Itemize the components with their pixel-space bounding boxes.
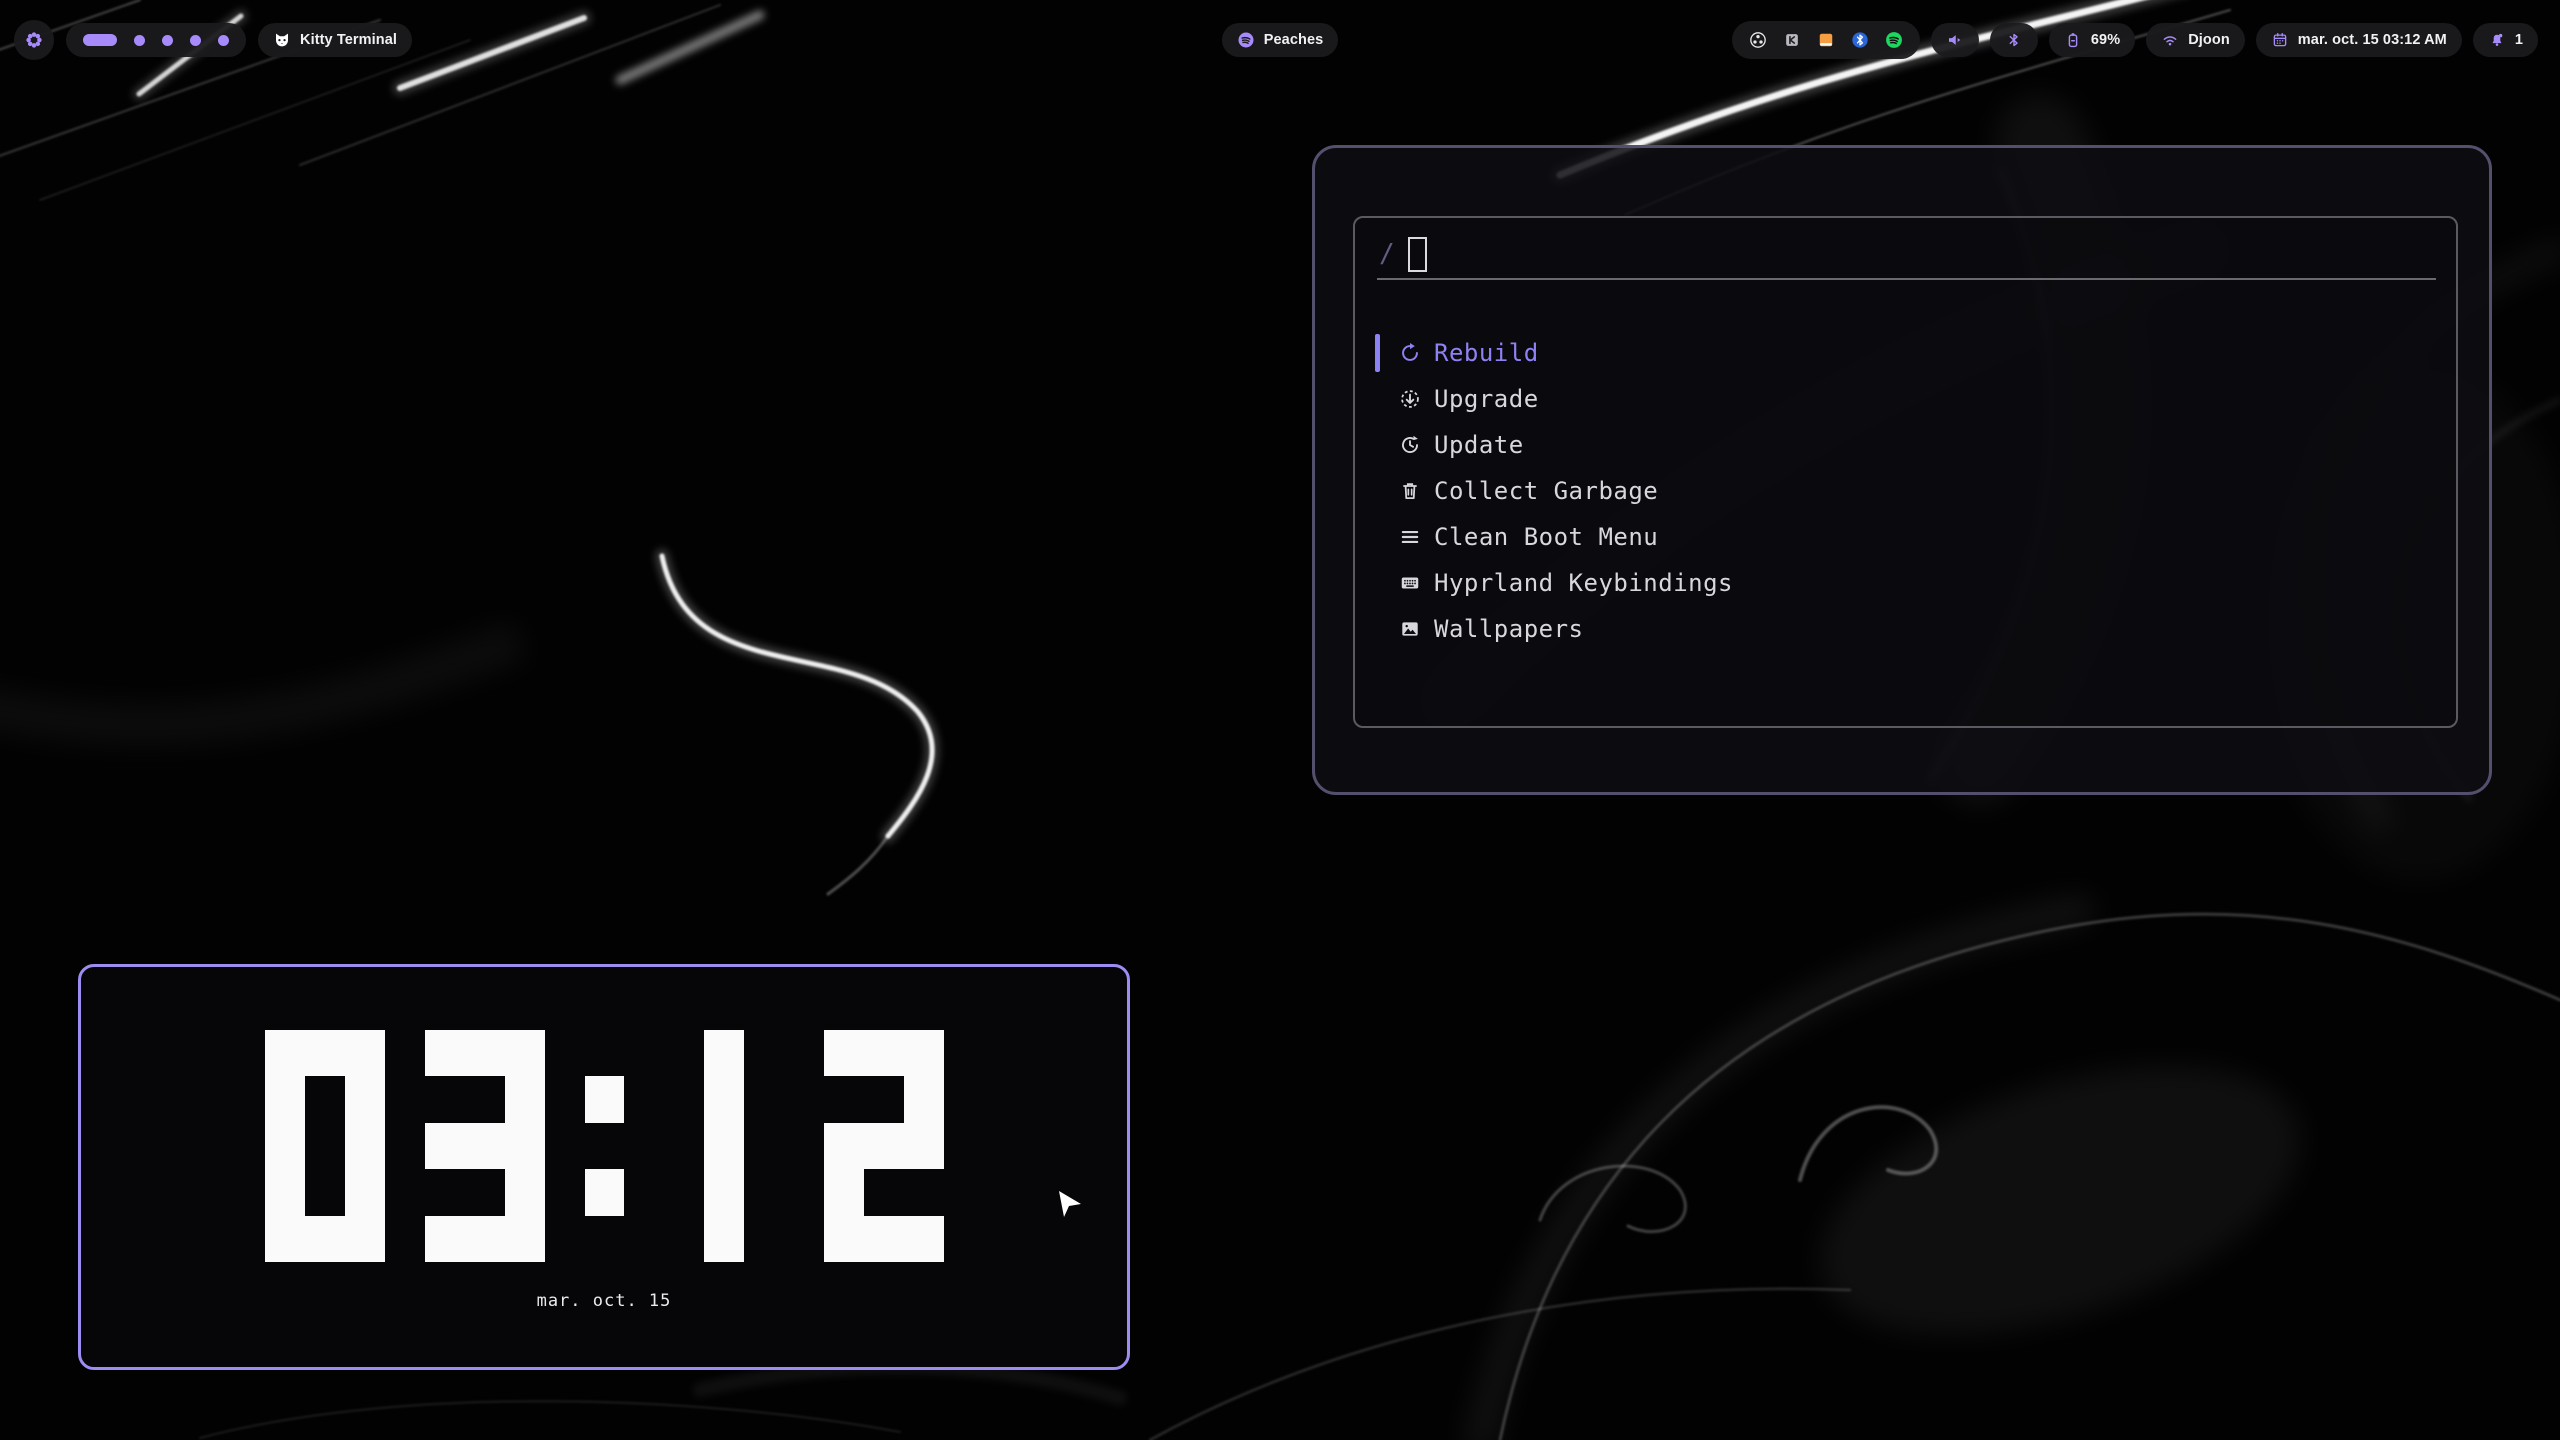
datetime-label: mar. oct. 15 03:12 AM [2298,32,2447,48]
spotify-icon [1237,31,1255,49]
menu-item-upgrade[interactable]: Upgrade [1355,376,2456,422]
menu-item-label: Rebuild [1434,339,1539,367]
speaker-icon [1946,31,1964,49]
battery-pill[interactable]: 69% [2049,23,2135,57]
text-cursor [1408,237,1427,272]
launcher-listbox: / Rebuild Upgrade Update Collect Garbage Cle… [1353,216,2458,728]
menu-item-label: Wallpapers [1434,615,1584,643]
clock-digit-0 [265,1030,385,1262]
clock-time [81,1030,1127,1262]
clock-widget: mar. oct. 15 [78,964,1130,1370]
tray-icon-keepassxc[interactable] [1782,30,1802,50]
cat-icon [273,31,291,49]
battery-level: 69% [2091,32,2120,48]
menu-item-wallpapers[interactable]: Wallpapers [1355,606,2456,652]
network-ssid: Djoon [2188,32,2230,48]
clock-digit-1 [664,1030,784,1262]
media-player-pill[interactable]: Peaches [1222,23,1339,57]
bar-right-group: 69% Djoon mar. oct. 15 [1732,20,2538,60]
tray-icon-obs[interactable] [1748,30,1768,50]
trash-icon [1399,480,1421,502]
tray-icon-spotify[interactable] [1884,30,1904,50]
launcher-panel: / Rebuild Upgrade Update Collect Garbage Cle… [1312,145,2492,795]
bar-left-group: Kitty Terminal [14,20,412,60]
keyboard-icon [1399,572,1421,594]
menu-item-label: Update [1434,431,1524,459]
menu-item-hyprland-keybindings[interactable]: Hyprland Keybindings [1355,560,2456,606]
clock-colon [585,1030,624,1262]
wifi-icon [2161,31,2179,49]
bluetooth-icon [2005,31,2023,49]
tray-icon-files[interactable] [1816,30,1836,50]
active-window-pill[interactable]: Kitty Terminal [258,23,412,57]
list-icon [1399,526,1421,548]
tray-icon-bluetooth[interactable] [1850,30,1870,50]
menu-item-update[interactable]: Update [1355,422,2456,468]
battery-icon [2064,31,2082,49]
launcher-button[interactable] [14,20,54,60]
image-icon [1399,618,1421,640]
active-window-title: Kitty Terminal [300,32,397,48]
calendar-icon [2271,31,2289,49]
volume-pill[interactable] [1931,23,1979,57]
workspace-dot-2[interactable] [134,35,145,46]
workspace-dot-1[interactable] [83,34,117,46]
clock-digit-2 [824,1030,944,1262]
search-separator [1377,278,2436,280]
workspace-dot-5[interactable] [218,35,229,46]
search-prompt: / [1379,239,1395,269]
update-icon [1399,434,1421,456]
notification-count: 1 [2515,32,2523,48]
rebuild-icon [1399,342,1421,364]
top-bar: Kitty Terminal Peaches [0,20,2560,60]
menu-item-label: Collect Garbage [1434,477,1658,505]
launcher-menu: Rebuild Upgrade Update Collect Garbage Clean… [1355,330,2456,652]
system-tray[interactable] [1732,21,1920,59]
mouse-cursor [1058,1190,1086,1225]
bluetooth-pill[interactable] [1990,23,2038,57]
bell-icon [2488,31,2506,49]
workspace-dot-4[interactable] [190,35,201,46]
notifications-pill[interactable]: 1 [2473,23,2538,57]
clock-date: mar. oct. 15 [81,1291,1127,1311]
menu-item-collect-garbage[interactable]: Collect Garbage [1355,468,2456,514]
menu-item-label: Clean Boot Menu [1434,523,1658,551]
menu-item-label: Upgrade [1434,385,1539,413]
workspace-dot-3[interactable] [162,35,173,46]
datetime-pill[interactable]: mar. oct. 15 03:12 AM [2256,23,2462,57]
menu-item-rebuild[interactable]: Rebuild [1355,330,2456,376]
media-title: Peaches [1264,32,1324,48]
flower-icon [25,31,43,49]
network-pill[interactable]: Djoon [2146,23,2245,57]
menu-item-clean-boot-menu[interactable]: Clean Boot Menu [1355,514,2456,560]
menu-item-label: Hyprland Keybindings [1434,569,1733,597]
upgrade-icon [1399,388,1421,410]
clock-digit-3 [425,1030,545,1262]
workspace-indicator[interactable] [66,23,246,57]
search-row[interactable]: / [1379,232,1427,276]
selection-indicator [1375,334,1380,372]
